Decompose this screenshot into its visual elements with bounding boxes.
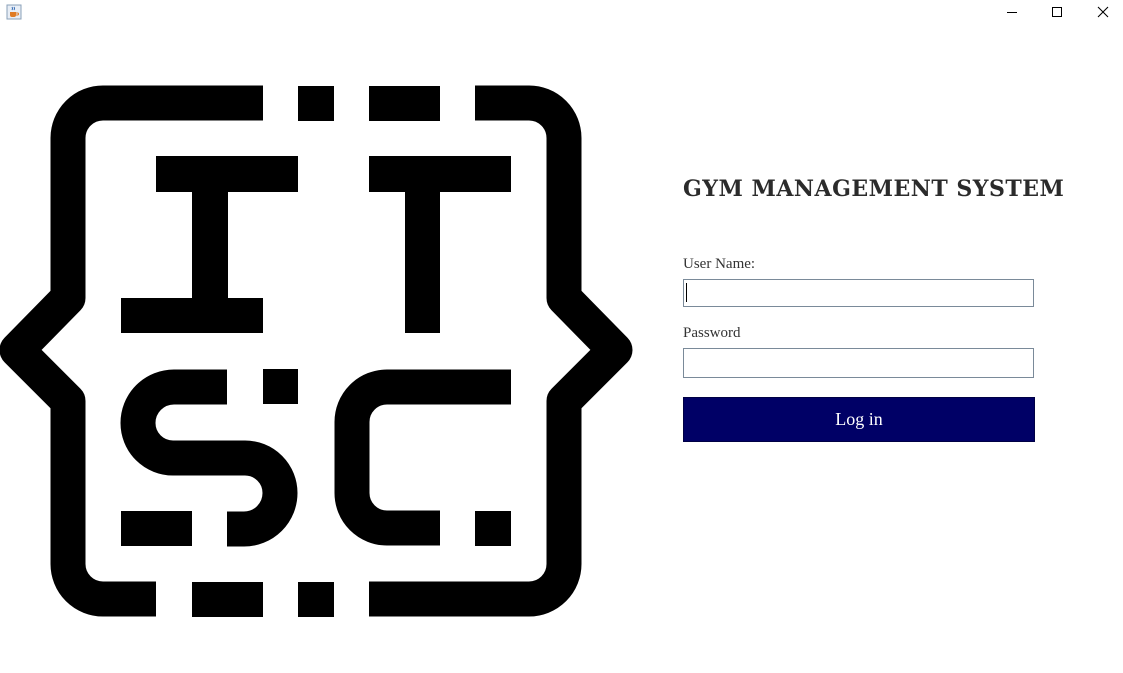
text-caret bbox=[686, 283, 687, 302]
maximize-button[interactable] bbox=[1034, 0, 1080, 24]
username-field[interactable] bbox=[683, 279, 1034, 307]
close-button[interactable] bbox=[1080, 0, 1123, 24]
app-title: GYM MANAGEMENT SYSTEM bbox=[683, 176, 1065, 202]
login-button[interactable]: Log in bbox=[683, 397, 1035, 442]
itsc-logo bbox=[0, 85, 633, 617]
password-field[interactable] bbox=[683, 348, 1034, 378]
password-label: Password bbox=[683, 325, 741, 341]
minimize-icon bbox=[1007, 12, 1017, 13]
username-label: User Name: bbox=[683, 256, 756, 272]
java-cup-icon bbox=[6, 4, 22, 20]
minimize-button[interactable] bbox=[989, 0, 1035, 24]
close-icon bbox=[1097, 6, 1109, 18]
maximize-icon bbox=[1052, 7, 1062, 17]
login-window: GYM MANAGEMENT SYSTEM User Name: Passwor… bbox=[0, 0, 1123, 673]
title-bar bbox=[0, 0, 1123, 24]
